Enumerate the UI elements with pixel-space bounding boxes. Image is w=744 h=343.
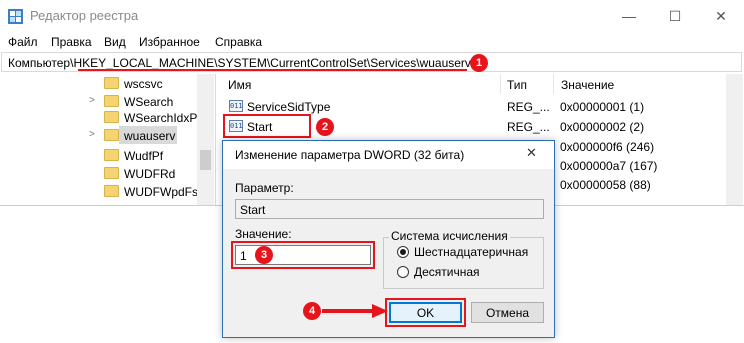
address-underline-annotation xyxy=(78,69,467,71)
folder-icon xyxy=(104,167,119,179)
parameter-name-value: Start xyxy=(240,203,266,217)
folder-icon xyxy=(104,111,119,123)
radio-label: Десятичная xyxy=(414,265,480,279)
folder-icon xyxy=(104,149,119,161)
tree-item-label: wuauserv xyxy=(124,129,176,143)
tree-item-label: WUDFWpdFs xyxy=(124,185,198,199)
annotation-badge-1: 1 xyxy=(470,54,488,72)
title-bar[interactable]: Редактор реестра — ☐ ✕ xyxy=(0,0,744,32)
maximize-button[interactable]: ☐ xyxy=(652,0,698,32)
annotation-badge-4: 4 xyxy=(303,302,321,320)
value-data: 0x000000a7 (167) xyxy=(560,159,658,173)
dword-icon: 011 xyxy=(229,100,243,112)
list-scrollbar[interactable] xyxy=(726,74,743,205)
maximize-icon: ☐ xyxy=(668,7,682,24)
tree-item-label: wscsvc xyxy=(124,77,163,91)
value-label: Значение: xyxy=(235,227,292,241)
tree-scrollbar-thumb[interactable] xyxy=(200,150,211,170)
value-data: 0x00000002 (2) xyxy=(560,120,645,134)
value-name: ServiceSidType xyxy=(247,100,331,114)
ok-highlight-annotation xyxy=(385,298,466,327)
tree-item-wuauserv[interactable]: > wuauserv xyxy=(1,127,201,146)
minimize-button[interactable]: — xyxy=(606,0,652,32)
registry-editor-icon xyxy=(8,9,23,24)
chevron-right-icon[interactable]: > xyxy=(89,129,95,140)
folder-icon xyxy=(104,95,119,107)
address-path: HKEY_LOCAL_MACHINE\SYSTEM\CurrentControl… xyxy=(73,56,471,70)
close-button[interactable]: ✕ xyxy=(698,0,744,32)
parameter-label: Параметр: xyxy=(235,181,294,195)
dialog-close-icon[interactable]: ✕ xyxy=(526,145,537,161)
folder-icon xyxy=(104,129,119,141)
folder-icon xyxy=(104,185,119,197)
radix-group-title: Система исчисления xyxy=(389,229,510,243)
tree-item-wudfpf[interactable]: WudfPf xyxy=(1,147,201,166)
tree-item-label: WUDFRd xyxy=(124,167,176,181)
tree-item-label: WudfPf xyxy=(124,149,164,163)
parameter-name-field: Start xyxy=(235,199,544,219)
menu-bar: Файл Правка Вид Избранное Справка xyxy=(0,32,744,52)
value-data: 0x00000058 (88) xyxy=(560,178,651,192)
tree-item-wscsvc[interactable]: wscsvc xyxy=(1,75,201,94)
column-separator[interactable] xyxy=(553,74,554,94)
arrow-right-icon xyxy=(322,304,388,318)
close-icon: ✕ xyxy=(715,7,727,24)
column-header-type[interactable]: Тип xyxy=(507,78,527,92)
address-prefix: Компьютер\ xyxy=(8,56,74,70)
key-tree-pane[interactable]: wscsvc > WSearch WSearchIdxPi > wuauserv… xyxy=(1,74,216,205)
value-data: 0x00000001 (1) xyxy=(560,100,645,114)
tree-scrollbar[interactable] xyxy=(197,74,214,205)
chevron-right-icon[interactable]: > xyxy=(89,95,95,106)
radio-label: Шестнадцатеричная xyxy=(414,245,529,259)
cancel-button[interactable]: Отмена xyxy=(471,302,544,323)
tree-item-wudfwpdfs[interactable]: WUDFWpdFs xyxy=(1,183,201,202)
tree-item-label: WSearch xyxy=(124,95,174,109)
tree-item-wsearchidxpi[interactable]: WSearchIdxPi xyxy=(1,109,201,128)
radio-button-checked[interactable] xyxy=(397,246,409,258)
value-data: 0x000000f6 (246) xyxy=(560,140,655,154)
column-header-name[interactable]: Имя xyxy=(228,78,251,92)
radio-decimal[interactable]: Десятичная xyxy=(397,264,537,280)
minimize-icon: — xyxy=(622,8,636,24)
value-input-highlight-annotation xyxy=(231,241,375,269)
dialog-title-bar[interactable]: Изменение параметра DWORD (32 бита) ✕ xyxy=(223,141,554,169)
annotation-badge-3: 3 xyxy=(255,246,273,264)
radio-button-unchecked[interactable] xyxy=(397,266,409,278)
menu-view[interactable]: Вид xyxy=(104,35,126,49)
menu-help[interactable]: Справка xyxy=(215,35,262,49)
window-title: Редактор реестра xyxy=(30,8,139,23)
start-highlight-annotation xyxy=(223,114,311,138)
menu-favorites[interactable]: Избранное xyxy=(139,35,200,49)
column-separator[interactable] xyxy=(500,74,501,94)
tree-item-label: WSearchIdxPi xyxy=(124,111,201,125)
annotation-badge-2: 2 xyxy=(316,118,334,136)
menu-file[interactable]: Файл xyxy=(8,35,38,49)
edit-dword-dialog: Изменение параметра DWORD (32 бита) ✕ Па… xyxy=(222,140,555,338)
column-header-value[interactable]: Значение xyxy=(561,78,614,92)
tree-item-wudfrd[interactable]: WUDFRd xyxy=(1,165,201,184)
value-type: REG_... xyxy=(507,100,550,114)
folder-icon xyxy=(104,77,119,89)
radio-hexadecimal[interactable]: Шестнадцатеричная xyxy=(397,244,537,260)
menu-edit[interactable]: Правка xyxy=(51,35,92,49)
value-type: REG_... xyxy=(507,120,550,134)
dialog-title: Изменение параметра DWORD (32 бита) xyxy=(235,148,465,162)
